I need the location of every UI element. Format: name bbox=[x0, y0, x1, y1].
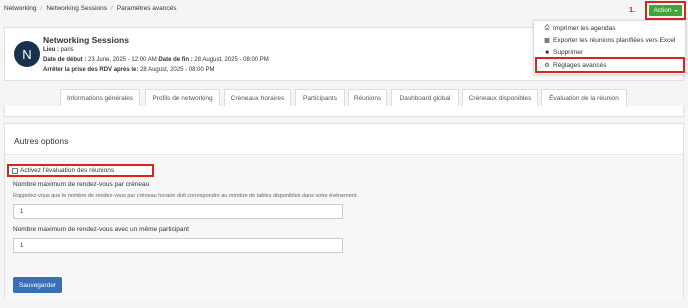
top-bar: Networking / Networking Sessions / Paramètre… bbox=[0, 0, 688, 20]
tab-time-slots[interactable]: Créneaux horaires bbox=[224, 89, 291, 106]
tab-meetings[interactable]: Réunions bbox=[348, 89, 387, 106]
start-date-value: 23 June, 2025 - 12:00 AM bbox=[88, 57, 157, 63]
action-button[interactable]: Action bbox=[649, 5, 682, 16]
print-icon: ⎙ bbox=[544, 25, 550, 31]
panel-header: Autres options bbox=[5, 124, 683, 155]
menu-item-label: Exporter les réunions planifiées vers Ex… bbox=[553, 37, 676, 44]
tab-available-slots[interactable]: Créneaux disponibles bbox=[462, 89, 538, 106]
breadcrumb-current: Paramètres avancés bbox=[116, 5, 177, 12]
max-per-slot-input[interactable]: 1 bbox=[13, 204, 343, 219]
excel-icon: ▩ bbox=[544, 38, 550, 44]
booking-deadline-label: Arrêter la prise des RDV après le: bbox=[43, 67, 139, 73]
breadcrumb-networking[interactable]: Networking bbox=[4, 5, 37, 12]
tab-networking-profiles[interactable]: Profils de networking bbox=[145, 89, 220, 106]
max-per-slot-hint: Rappelez-vous que le nombre de rendez-vo… bbox=[13, 193, 358, 199]
menu-item-print-agendas[interactable]: ⎙ Imprimer les agendas bbox=[544, 25, 616, 32]
breadcrumb-networking-sessions[interactable]: Networking Sessions bbox=[46, 5, 107, 12]
event-booking-deadline: Arrêter la prise des RDV après le: 28 Au… bbox=[43, 67, 214, 73]
tab-global-dashboard[interactable]: Dashboard global bbox=[391, 89, 459, 106]
step-marker-1: 1. bbox=[629, 5, 636, 14]
max-per-slot-value: 1 bbox=[20, 208, 24, 215]
max-same-participant-value: 1 bbox=[20, 242, 24, 249]
menu-item-export-excel[interactable]: ▩ Exporter les réunions planifiées vers E… bbox=[544, 37, 675, 44]
menu-item-label: Supprimer bbox=[553, 49, 583, 56]
tab-general-info[interactable]: Informations générales bbox=[60, 89, 140, 106]
tab-meeting-evaluation[interactable]: Évaluation de la réunion bbox=[541, 89, 627, 106]
event-location: Lieu : paris bbox=[43, 47, 74, 53]
breadcrumb-separator: / bbox=[111, 5, 113, 12]
panel-title: Autres options bbox=[14, 136, 69, 146]
event-title: Networking Sessions bbox=[43, 35, 129, 45]
save-button[interactable]: Sauvegarder bbox=[13, 277, 62, 293]
evaluation-checkbox[interactable] bbox=[12, 167, 18, 174]
tab-participants[interactable]: Participants bbox=[295, 89, 345, 106]
booking-deadline-value: 28 August, 2025 - 08:00 PM bbox=[140, 67, 215, 73]
end-date-value: 28 August, 2025 - 08:00 PM bbox=[194, 57, 269, 63]
end-date-label: Date de fin : bbox=[158, 57, 193, 63]
evaluation-checkbox-highlight: Activez l'évaluation des réunions bbox=[7, 164, 154, 177]
max-same-participant-input[interactable]: 1 bbox=[13, 238, 343, 253]
max-same-participant-label: Nombre maximum de rendez-vous avec un mê… bbox=[13, 226, 189, 233]
avatar: N bbox=[14, 41, 40, 67]
menu-item-delete[interactable]: ■ Supprimer bbox=[544, 49, 583, 56]
advanced-settings-highlight bbox=[535, 57, 685, 73]
location-label: Lieu : bbox=[43, 47, 59, 53]
menu-item-label: Imprimer les agendas bbox=[553, 25, 616, 32]
breadcrumb-separator: / bbox=[40, 5, 43, 12]
evaluation-checkbox-label[interactable]: Activez l'évaluation des réunions bbox=[20, 167, 114, 174]
action-button-highlight: Action bbox=[645, 1, 686, 20]
caret-down-icon bbox=[673, 9, 678, 12]
tab-bar: Informations générales Profils de networ… bbox=[0, 89, 688, 106]
location-value: paris bbox=[60, 47, 74, 53]
trash-icon: ■ bbox=[545, 49, 549, 56]
breadcrumb: Networking / Networking Sessions / Paramètre… bbox=[4, 5, 176, 12]
max-per-slot-label: Nombre maximum de rendez-vous par crénea… bbox=[13, 181, 150, 188]
start-date-label: Date de début : bbox=[43, 57, 87, 63]
event-dates: Date de début : 23 June, 2025 - 12:00 AM… bbox=[43, 57, 269, 63]
tab-content-strip bbox=[4, 106, 684, 117]
action-button-label: Action bbox=[653, 7, 672, 14]
